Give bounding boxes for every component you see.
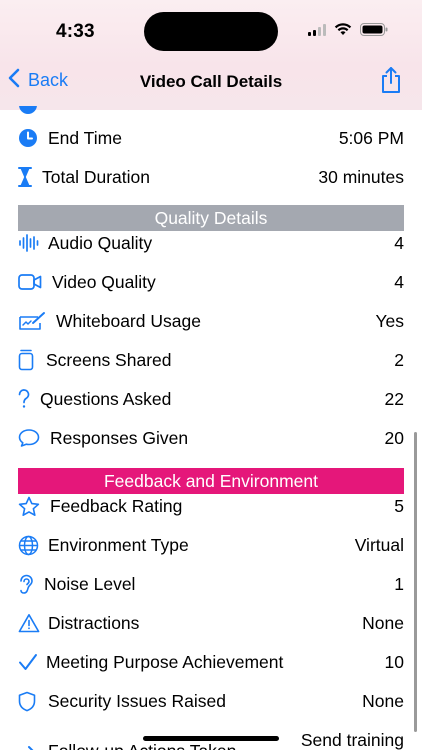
navigation-bar: Back Video Call Details bbox=[0, 58, 422, 106]
share-icon bbox=[380, 67, 402, 98]
video-icon bbox=[18, 270, 46, 294]
warning-icon bbox=[18, 611, 42, 635]
star-icon bbox=[18, 494, 44, 518]
status-bar: 4:33 bbox=[0, 0, 422, 58]
row-label: Questions Asked bbox=[40, 388, 172, 409]
details-list[interactable]: End Time 5:06 PM Total Duration 30 minut… bbox=[0, 106, 422, 750]
row-value: None bbox=[362, 612, 404, 633]
page-title: Video Call Details bbox=[139, 72, 283, 91]
row-label: Follow-up Actions Taken bbox=[48, 741, 301, 750]
row-value: 5 bbox=[394, 495, 404, 516]
row-label: Meeting Purpose Achievement bbox=[46, 651, 284, 672]
row-label: Responses Given bbox=[50, 427, 189, 448]
list-item: Meeting Purpose Achievement 10 bbox=[18, 649, 404, 675]
list-item: Total Duration 30 minutes bbox=[18, 164, 404, 190]
row-label: Security Issues Raised bbox=[48, 690, 226, 711]
row-value: 20 bbox=[384, 427, 404, 448]
status-icons bbox=[308, 23, 388, 41]
list-item: Audio Quality 4 bbox=[18, 230, 404, 256]
speech-bubble-icon bbox=[18, 426, 44, 450]
row-value: 10 bbox=[384, 651, 404, 672]
list-item: Environment Type Virtual bbox=[18, 532, 404, 558]
globe-icon bbox=[18, 533, 42, 557]
list-item: Distractions None bbox=[18, 610, 404, 636]
clock-icon bbox=[18, 126, 42, 150]
row-label: Screens Shared bbox=[46, 349, 172, 370]
row-value: 4 bbox=[394, 232, 404, 253]
section-header-feedback: Feedback and Environment bbox=[18, 468, 404, 494]
list-item: Video Quality 4 bbox=[18, 269, 404, 295]
status-time: 4:33 bbox=[56, 21, 95, 42]
whiteboard-icon bbox=[18, 309, 50, 333]
list-item: End Time 5:06 PM bbox=[18, 125, 404, 151]
battery-icon bbox=[360, 23, 388, 41]
row-value: 5:06 PM bbox=[338, 127, 404, 148]
row-value: Virtual bbox=[354, 534, 404, 555]
row-label: Whiteboard Usage bbox=[56, 310, 201, 331]
list-item: Security Issues Raised None bbox=[18, 688, 404, 714]
screens-icon bbox=[18, 348, 40, 372]
row-value: 4 bbox=[394, 271, 404, 292]
question-icon bbox=[18, 387, 34, 411]
section-header-quality: Quality Details bbox=[18, 205, 404, 231]
row-label: Environment Type bbox=[48, 534, 189, 555]
row-value: Yes bbox=[375, 310, 404, 331]
list-item: Screens Shared 2 bbox=[18, 347, 404, 373]
wifi-icon bbox=[334, 23, 352, 41]
row-label: Audio Quality bbox=[48, 232, 153, 253]
row-label: Feedback Rating bbox=[50, 495, 183, 516]
list-item: Feedback Rating 5 bbox=[18, 493, 404, 519]
row-label: End Time bbox=[48, 127, 122, 148]
hourglass-icon bbox=[18, 165, 36, 189]
share-button[interactable] bbox=[380, 66, 402, 99]
partial-row bbox=[18, 106, 404, 118]
list-item: Whiteboard Usage Yes bbox=[18, 308, 404, 334]
row-label: Noise Level bbox=[44, 573, 136, 594]
waveform-icon bbox=[18, 231, 42, 255]
list-item: Responses Given 20 bbox=[18, 425, 404, 451]
checkmark-icon bbox=[18, 650, 40, 674]
row-value: 22 bbox=[384, 388, 404, 409]
row-value: 1 bbox=[394, 573, 404, 594]
cellular-signal-icon bbox=[308, 23, 326, 41]
scrollbar[interactable] bbox=[414, 432, 417, 732]
partial-row-icon bbox=[18, 106, 42, 117]
ear-icon bbox=[18, 572, 38, 596]
row-label: Distractions bbox=[48, 612, 140, 633]
row-label: Video Quality bbox=[52, 271, 156, 292]
row-value: None bbox=[362, 690, 404, 711]
arrow-icon bbox=[18, 741, 42, 750]
row-value: 30 minutes bbox=[318, 166, 404, 187]
row-value: 2 bbox=[394, 349, 404, 370]
row-value: Send training bbox=[300, 730, 404, 750]
shield-icon bbox=[18, 689, 42, 713]
list-item: Noise Level 1 bbox=[18, 571, 404, 597]
dynamic-island bbox=[144, 12, 278, 51]
list-item: Questions Asked 22 bbox=[18, 386, 404, 412]
row-label: Total Duration bbox=[42, 166, 150, 187]
home-indicator bbox=[143, 736, 279, 741]
